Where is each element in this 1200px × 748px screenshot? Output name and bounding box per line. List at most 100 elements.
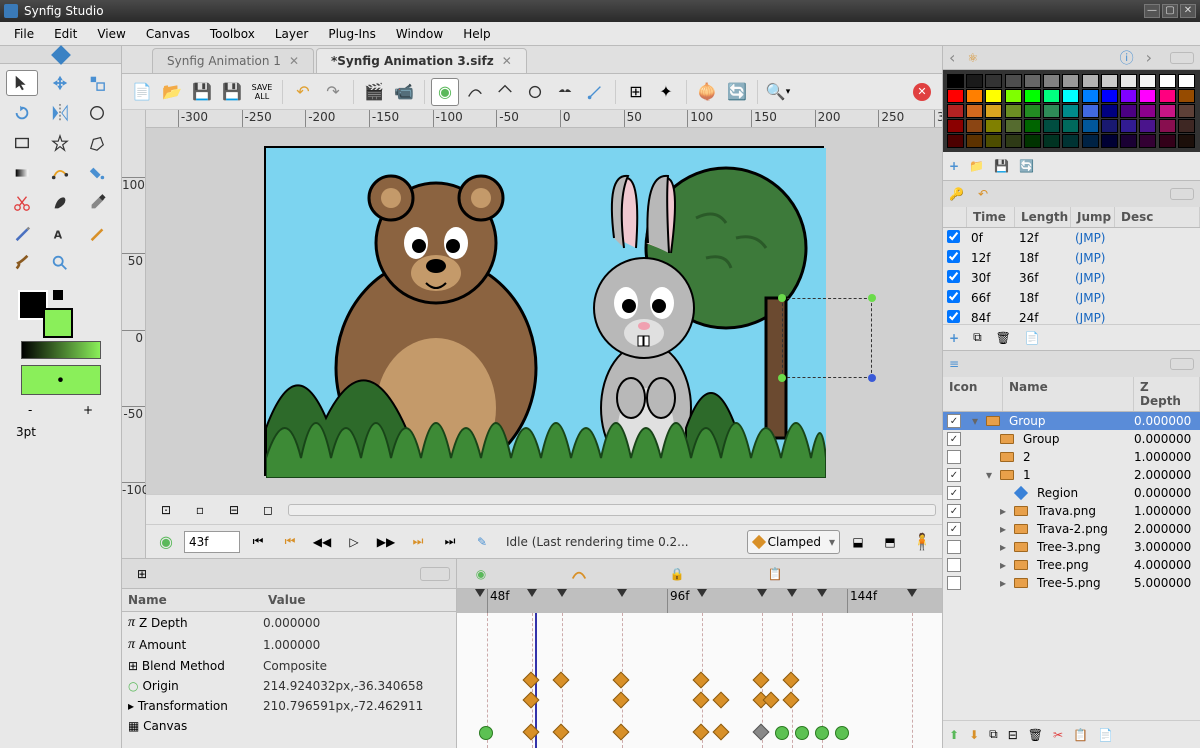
palette-cell[interactable]	[1139, 89, 1156, 103]
palette-cell[interactable]	[1178, 74, 1195, 88]
palette-cell[interactable]	[1159, 104, 1176, 118]
layer-visible-checkbox[interactable]	[947, 504, 961, 518]
palette-cell[interactable]	[985, 89, 1002, 103]
palette-cell[interactable]	[1024, 119, 1041, 133]
palette-cell[interactable]	[1178, 119, 1195, 133]
layer-expand-icon[interactable]: ▸	[997, 576, 1009, 590]
menu-toolbox[interactable]: Toolbox	[200, 24, 265, 44]
panel-grip[interactable]	[420, 567, 450, 581]
save-all-button[interactable]: SAVEALL	[248, 78, 276, 106]
spline-mode-2-button[interactable]	[491, 78, 519, 106]
palette-cell[interactable]	[1005, 74, 1022, 88]
spline-mode-button[interactable]	[461, 78, 489, 106]
layer-row[interactable]: ▸Trava-2.png2.000000	[943, 520, 1200, 538]
palette-cell[interactable]	[1024, 74, 1041, 88]
palette-cell[interactable]	[1139, 134, 1156, 148]
keyframe-row[interactable]: 0f12f(JMP)	[943, 228, 1200, 248]
text-tool[interactable]: A	[44, 220, 76, 246]
layer-paste-button[interactable]: 📄	[1098, 728, 1113, 742]
width-tool[interactable]	[81, 220, 113, 246]
col-value[interactable]: Value	[262, 589, 456, 611]
palette-cell[interactable]	[985, 74, 1002, 88]
zoom-tool[interactable]	[44, 250, 76, 276]
animation-man-icon[interactable]: 🧍	[908, 528, 936, 556]
keyframe-row[interactable]: 66f18f(JMP)	[943, 288, 1200, 308]
layer-visible-checkbox[interactable]	[947, 522, 961, 536]
layer-expand-icon[interactable]: ▸	[997, 540, 1009, 554]
scale-tool[interactable]	[81, 70, 113, 96]
palette-cell[interactable]	[1043, 74, 1060, 88]
tl-lock-button[interactable]: 🔒	[663, 560, 691, 588]
layer-visible-checkbox[interactable]	[947, 414, 961, 428]
nav-prev-icon[interactable]: ‹	[949, 48, 955, 67]
fill-color[interactable]	[43, 308, 73, 338]
param-row[interactable]: ▸ Transformation210.796591px,-72.462911	[122, 696, 456, 716]
palette-cell[interactable]	[1120, 134, 1137, 148]
palette-cell[interactable]	[966, 89, 983, 103]
col-zdepth[interactable]: Z Depth	[1134, 377, 1200, 411]
menu-canvas[interactable]: Canvas	[136, 24, 200, 44]
palette-cell[interactable]	[1159, 89, 1176, 103]
param-value[interactable]: 214.924032px,-36.340658	[263, 679, 450, 693]
keyframe-jump-link[interactable]: (JMP)	[1075, 231, 1106, 245]
key-tab-icon[interactable]: 🔑	[949, 187, 964, 201]
keyframe-enabled-checkbox[interactable]	[947, 290, 960, 303]
palette-cell[interactable]	[966, 104, 983, 118]
palette-cell[interactable]	[1005, 89, 1022, 103]
palette-cell[interactable]	[1101, 89, 1118, 103]
palette-cell[interactable]	[947, 134, 964, 148]
palette-cell[interactable]	[1062, 119, 1079, 133]
keyframe-enabled-checkbox[interactable]	[947, 310, 960, 323]
palette-reset-button[interactable]: 🔄	[1019, 159, 1034, 173]
onion-skin-button[interactable]: 🧅	[693, 78, 721, 106]
tab-animation-1[interactable]: Synfig Animation 1✕	[152, 48, 314, 73]
close-tab-icon[interactable]: ✕	[502, 54, 512, 68]
maximize-button[interactable]: ▢	[1162, 4, 1178, 18]
param-row[interactable]: π Amount1.000000	[122, 634, 456, 656]
layer-lower-button[interactable]: ⬇	[969, 728, 979, 742]
draw-tool[interactable]	[44, 190, 76, 216]
transform-tool[interactable]	[6, 70, 38, 96]
kf-duplicate-button[interactable]: ⧉	[973, 330, 982, 345]
col-jump[interactable]: Jump	[1071, 207, 1115, 227]
spline-tool[interactable]	[44, 160, 76, 186]
layer-duplicate-button[interactable]: ⧉	[989, 727, 998, 742]
palette-cell[interactable]	[1101, 134, 1118, 148]
layer-row[interactable]: ▸Tree-5.png5.000000	[943, 574, 1200, 592]
kf-add-button[interactable]: +	[949, 331, 959, 345]
menu-file[interactable]: File	[4, 24, 44, 44]
col-time[interactable]: Time	[967, 207, 1015, 227]
palette-cell[interactable]	[985, 119, 1002, 133]
close-window-button[interactable]: ✕	[1180, 4, 1196, 18]
grid-snap-button[interactable]: ✦	[652, 78, 680, 106]
spline-loop-button[interactable]	[521, 78, 549, 106]
kf-props-button[interactable]: 📄	[1025, 331, 1040, 345]
param-value[interactable]: Composite	[263, 659, 450, 673]
palette-cell[interactable]	[1159, 119, 1176, 133]
open-button[interactable]: 📂	[158, 78, 186, 106]
palette-cell[interactable]	[1024, 89, 1041, 103]
layer-expand-icon[interactable]: ▸	[997, 522, 1009, 536]
palette-add-button[interactable]: +	[949, 159, 959, 173]
col-name[interactable]: Name	[122, 589, 262, 611]
render-button[interactable]: 🎬	[360, 78, 388, 106]
col-name[interactable]: Name	[1003, 377, 1134, 411]
layer-row[interactable]: 21.000000	[943, 448, 1200, 466]
tl-clipboard-button[interactable]: 📋	[761, 560, 789, 588]
canvas[interactable]	[264, 146, 824, 476]
bucket-tool[interactable]	[81, 160, 113, 186]
palette-cell[interactable]	[1043, 134, 1060, 148]
grid-show-button[interactable]: ⊞	[622, 78, 650, 106]
palette-cell[interactable]	[1139, 104, 1156, 118]
param-value[interactable]: 210.796591px,-72.462911	[263, 699, 450, 713]
rectangle-tool[interactable]	[6, 130, 38, 156]
origin-swatch[interactable]	[21, 365, 101, 395]
smooth-move-tool[interactable]	[44, 70, 76, 96]
palette-folder-button[interactable]: 📁	[969, 159, 984, 173]
param-row[interactable]: ⊞ Blend MethodComposite	[122, 656, 456, 676]
col-icon[interactable]: Icon	[943, 377, 1003, 411]
zoom-page-button[interactable]: ▫	[186, 496, 214, 524]
refresh-button[interactable]: 🔄	[723, 78, 751, 106]
keyframe-row[interactable]: 30f36f(JMP)	[943, 268, 1200, 288]
param-row[interactable]: ▦ Canvas	[122, 716, 456, 736]
